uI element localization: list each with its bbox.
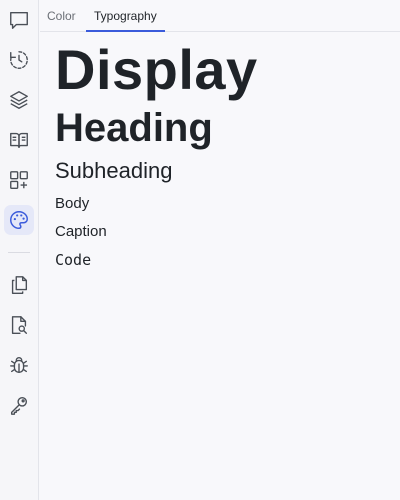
documents-button[interactable] — [4, 270, 34, 300]
palette-icon — [10, 211, 28, 229]
layers-button[interactable] — [4, 85, 34, 115]
file-search-button[interactable] — [4, 310, 34, 340]
tab-bar: Color Typography — [40, 0, 400, 32]
display-sample: Display — [55, 38, 258, 101]
caption-sample: Caption — [55, 223, 107, 240]
main-panel: Color Typography Display Heading Subhead… — [40, 0, 400, 500]
add-component-icon — [10, 171, 28, 189]
tab-color[interactable]: Color — [40, 0, 84, 32]
add-component-button[interactable] — [4, 165, 34, 195]
chat-icon — [10, 11, 28, 29]
tab-typography[interactable]: Typography — [86, 0, 165, 32]
sidebar — [0, 0, 39, 500]
key-icon — [10, 396, 28, 415]
theme-button[interactable] — [4, 205, 34, 235]
keys-button[interactable] — [4, 390, 34, 420]
history-button[interactable] — [4, 45, 34, 75]
bug-icon — [10, 357, 28, 374]
code-sample: Code — [55, 251, 92, 269]
history-icon — [10, 51, 28, 69]
heading-sample: Heading — [55, 106, 213, 150]
debug-button[interactable] — [4, 350, 34, 380]
docs-button[interactable] — [4, 125, 34, 155]
documents-icon — [11, 276, 28, 294]
sidebar-divider — [8, 252, 30, 253]
chat-button[interactable] — [4, 5, 34, 35]
body-sample: Body — [55, 195, 90, 212]
subheading-sample: Subheading — [55, 158, 173, 183]
app-window: Color Typography Display Heading Subhead… — [0, 0, 400, 500]
file-search-icon — [11, 316, 28, 334]
book-icon — [10, 132, 28, 149]
layers-icon — [10, 91, 28, 109]
